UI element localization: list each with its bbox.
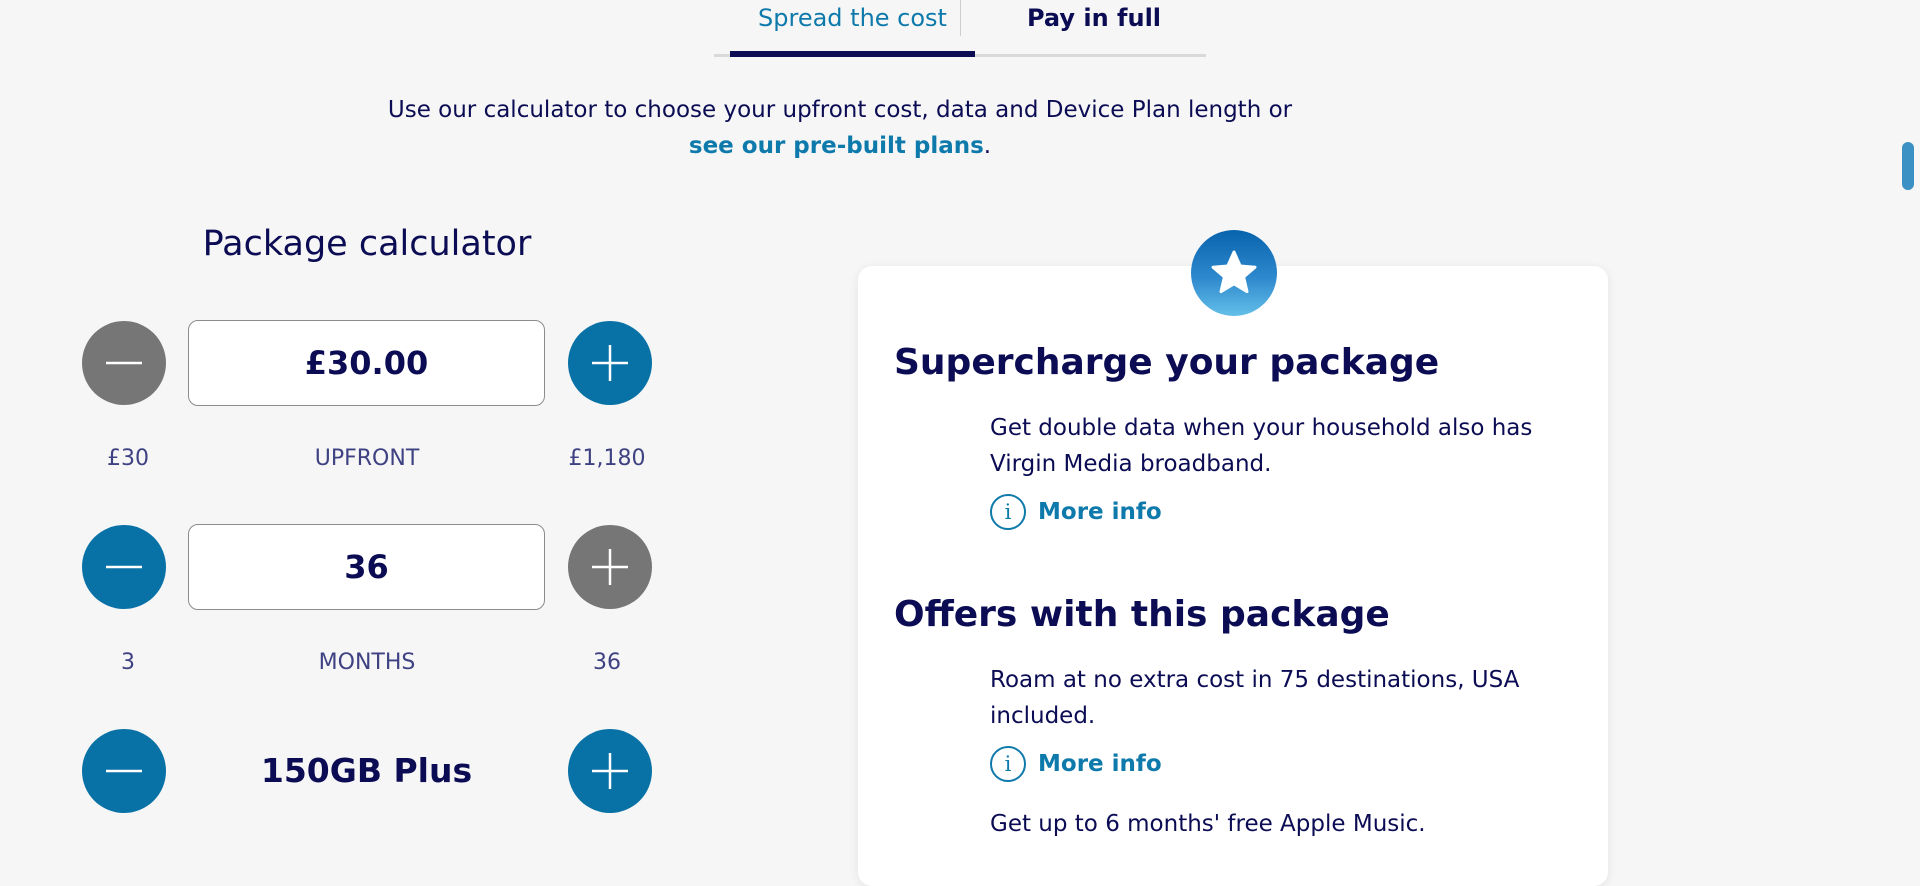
tab-divider	[960, 0, 961, 36]
minus-icon	[106, 565, 142, 569]
star-badge	[1191, 230, 1277, 316]
active-tab-underline	[730, 51, 975, 57]
offer-roaming: Roam at no extra cost in 75 destinations…	[990, 667, 1520, 729]
supercharge-text: Get double data when your household also…	[990, 415, 1533, 477]
intro-end: .	[983, 133, 992, 159]
data-increase-button[interactable]	[568, 729, 652, 813]
offer-apple-music: Get up to 6 months' free Apple Music.	[990, 811, 1426, 837]
upfront-min: £30	[107, 446, 149, 471]
package-offers-card: Supercharge your package Get double data…	[858, 266, 1608, 886]
months-label: MONTHS	[318, 650, 416, 675]
upfront-increase-button[interactable]	[568, 321, 652, 405]
intro-text: Use our calculator to choose your upfron…	[387, 97, 1293, 123]
more-info-label-1: More info	[1038, 499, 1162, 525]
more-info-link-2[interactable]: i More info	[990, 746, 1162, 782]
data-plan-value: 150GB Plus	[260, 750, 473, 790]
minus-icon	[106, 769, 142, 773]
plus-icon	[592, 345, 628, 381]
plus-icon	[592, 753, 628, 789]
plus-icon	[592, 549, 628, 585]
tab-spread-label: Spread the cost	[758, 4, 947, 32]
tab-pay-in-full[interactable]: Pay in full	[994, 0, 1194, 57]
minus-icon	[106, 361, 142, 365]
star-icon	[1211, 250, 1257, 294]
months-decrease-button[interactable]	[82, 525, 166, 609]
upfront-label: UPFRONT	[314, 446, 420, 471]
tab-full-label: Pay in full	[1026, 4, 1162, 32]
pre-built-plans-link[interactable]: see our pre-built plans	[689, 133, 984, 159]
months-value-field[interactable]: 36	[188, 524, 545, 610]
info-icon: i	[990, 746, 1026, 782]
tab-spread-the-cost[interactable]: Spread the cost	[730, 0, 975, 57]
scrollbar-thumb[interactable]	[1902, 142, 1914, 190]
supercharge-title: Supercharge your package	[894, 342, 1440, 383]
upfront-decrease-button[interactable]	[82, 321, 166, 405]
package-calculator-title: Package calculator	[202, 224, 532, 264]
payment-tabs: Spread the cost Pay in full	[714, 0, 1206, 57]
upfront-value-field[interactable]: £30.00	[188, 320, 545, 406]
data-decrease-button[interactable]	[82, 729, 166, 813]
months-min: 3	[121, 650, 135, 675]
more-info-link-1[interactable]: i More info	[990, 494, 1162, 530]
info-icon: i	[990, 494, 1026, 530]
calculator-intro: Use our calculator to choose your upfron…	[340, 92, 1340, 164]
months-increase-button[interactable]	[568, 525, 652, 609]
more-info-label-2: More info	[1038, 751, 1162, 777]
offers-title: Offers with this package	[894, 594, 1390, 635]
months-max: 36	[593, 650, 621, 675]
upfront-max: £1,180	[568, 446, 646, 471]
